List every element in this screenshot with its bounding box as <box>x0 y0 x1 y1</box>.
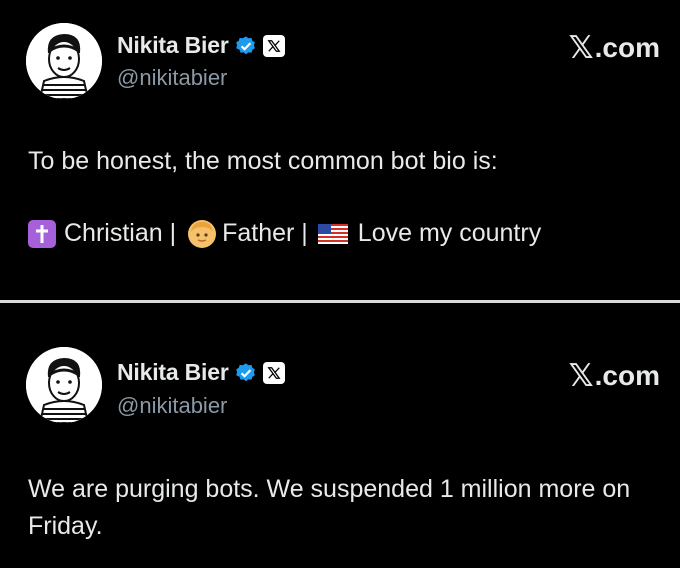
x-logo-icon: 𝕏 <box>568 30 594 65</box>
post-text: To be honest, the most common bot bio is… <box>28 147 498 175</box>
author-name-row: Nikita Bier <box>117 359 285 386</box>
bio-part-country: Love my country <box>357 219 542 247</box>
x-affiliate-badge-icon <box>262 361 285 384</box>
author-display-name[interactable]: Nikita Bier <box>117 32 229 59</box>
author-handle[interactable]: @nikitabier <box>117 65 227 91</box>
author-name-row: Nikita Bier <box>117 32 285 59</box>
brand-suffix: .com <box>594 32 660 63</box>
author-handle[interactable]: @nikitabier <box>117 393 227 419</box>
us-flag-icon <box>317 223 348 244</box>
x-affiliate-badge-icon <box>262 34 285 57</box>
man-emoji-icon <box>188 219 217 248</box>
x-com-brand: 𝕏 .com <box>569 358 660 394</box>
post-text-bio: Christian | Father | Love my country <box>28 215 666 252</box>
x-com-brand: 𝕏 .com <box>569 30 660 66</box>
post-text: We are purging bots. We suspended 1 mill… <box>28 475 631 540</box>
x-logo-icon: 𝕏 <box>568 358 594 393</box>
bio-part-christian: Christian | <box>64 219 177 247</box>
cross-emoji-icon <box>28 219 56 248</box>
verified-badge-icon <box>235 362 255 381</box>
avatar[interactable] <box>26 347 102 423</box>
post-card: Nikita Bier @nikitabier 𝕏 .com We are pur… <box>0 303 680 568</box>
bio-part-father: Father | <box>222 219 308 247</box>
brand-suffix: .com <box>594 360 660 391</box>
post-card: Nikita Bier @nikitabier 𝕏 .com To be hone… <box>0 0 680 301</box>
author-display-name[interactable]: Nikita Bier <box>117 359 229 386</box>
verified-badge-icon <box>235 35 255 54</box>
avatar[interactable] <box>26 23 102 99</box>
